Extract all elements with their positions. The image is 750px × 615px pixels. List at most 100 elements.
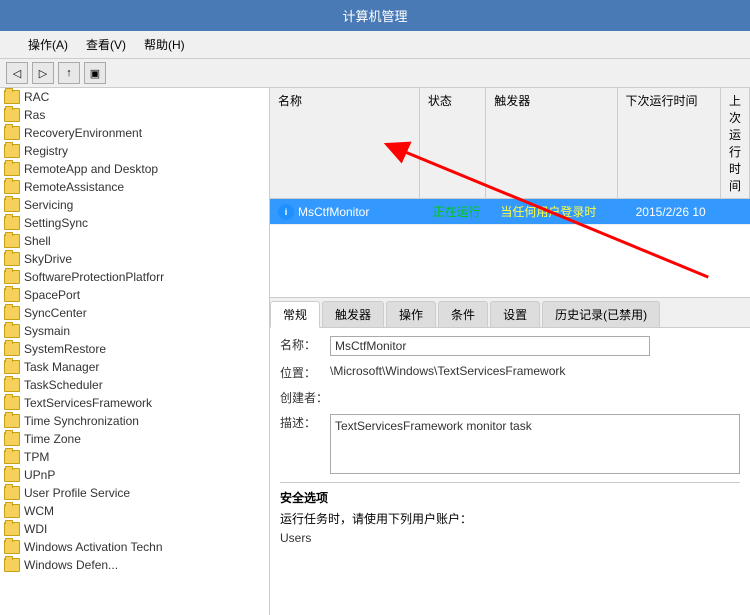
folder-icon-4 bbox=[4, 162, 20, 176]
folder-icon-18 bbox=[4, 414, 20, 428]
left-panel: RAC Ras RecoveryEnvironment Registry RemoteA… bbox=[0, 88, 270, 615]
task-table-header: 名称 状态 触发器 下次运行时间 上次运行时间 bbox=[270, 88, 750, 199]
tree-item-22[interactable]: User Profile Service bbox=[0, 484, 269, 502]
tree-item-10[interactable]: SoftwareProtectionPlatforr bbox=[0, 268, 269, 286]
folder-icon-17 bbox=[4, 396, 20, 410]
details-panel: 常规触发器操作条件设置历史记录(已禁用) 名称： MsCtfMonitor 位置… bbox=[270, 298, 750, 615]
tree-item-label-26: Windows Defen... bbox=[24, 558, 118, 572]
tree-item-25[interactable]: Windows Activation Techn bbox=[0, 538, 269, 556]
tree-item-19[interactable]: Time Zone bbox=[0, 430, 269, 448]
folder-icon-20 bbox=[4, 450, 20, 464]
detail-author-value bbox=[330, 389, 740, 406]
right-panel: 名称 状态 触发器 下次运行时间 上次运行时间 i MsCtfMonitor 正… bbox=[270, 88, 750, 615]
tab-0[interactable]: 常规 bbox=[270, 301, 320, 328]
run-as-label: 运行任务时，请使用下列用户账户： bbox=[280, 510, 740, 527]
menu-bar: 操作(A) 查看(V) 帮助(H) bbox=[0, 31, 750, 59]
tree-item-24[interactable]: WDI bbox=[0, 520, 269, 538]
folder-icon-26 bbox=[4, 558, 20, 572]
tree-item-20[interactable]: TPM bbox=[0, 448, 269, 466]
tree-item-label-13: Sysmain bbox=[24, 324, 70, 338]
folder-icon-16 bbox=[4, 378, 20, 392]
toolbar: ◁ ▷ ↑ ▣ bbox=[0, 59, 750, 88]
folder-icon-25 bbox=[4, 540, 20, 554]
tree-item-label-1: Ras bbox=[24, 108, 45, 122]
details-content: 名称： MsCtfMonitor 位置： \Microsoft\Windows\… bbox=[270, 328, 750, 615]
tree-item-9[interactable]: SkyDrive bbox=[0, 250, 269, 268]
folder-icon-3 bbox=[4, 144, 20, 158]
tree-item-2[interactable]: RecoveryEnvironment bbox=[0, 124, 269, 142]
detail-desc-label: 描述： bbox=[280, 414, 330, 474]
tree-item-label-4: RemoteApp and Desktop bbox=[24, 162, 158, 176]
tabs-bar: 常规触发器操作条件设置历史记录(已禁用) bbox=[270, 298, 750, 328]
tree-item-label-15: Task Manager bbox=[24, 360, 99, 374]
detail-desc-value: TextServicesFramework monitor task bbox=[330, 414, 740, 474]
tree-item-11[interactable]: SpacePort bbox=[0, 286, 269, 304]
detail-name-label: 名称： bbox=[280, 336, 330, 356]
tree-item-label-10: SoftwareProtectionPlatforr bbox=[24, 270, 164, 284]
folder-icon-5 bbox=[4, 180, 20, 194]
tree-item-1[interactable]: Ras bbox=[0, 106, 269, 124]
tree-item-4[interactable]: RemoteApp and Desktop bbox=[0, 160, 269, 178]
toolbar-up[interactable]: ↑ bbox=[58, 62, 80, 84]
task-last-run bbox=[734, 208, 750, 216]
title-bar: 计算机管理 bbox=[0, 0, 750, 31]
detail-location-label: 位置： bbox=[280, 364, 330, 381]
tree-item-label-6: Servicing bbox=[24, 198, 73, 212]
folder-icon-19 bbox=[4, 432, 20, 446]
tree-item-label-2: RecoveryEnvironment bbox=[24, 126, 142, 140]
toolbar-window[interactable]: ▣ bbox=[84, 62, 106, 84]
folder-icon-11 bbox=[4, 288, 20, 302]
security-label: 安全选项 bbox=[280, 489, 740, 506]
folder-icon-7 bbox=[4, 216, 20, 230]
col-header-trigger: 触发器 bbox=[486, 88, 617, 198]
tree-item-5[interactable]: RemoteAssistance bbox=[0, 178, 269, 196]
tab-1[interactable]: 触发器 bbox=[322, 301, 384, 327]
task-trigger: 当任何用户登录时 bbox=[492, 199, 627, 224]
folder-icon-9 bbox=[4, 252, 20, 266]
run-as-value: Users bbox=[280, 531, 740, 545]
tab-2[interactable]: 操作 bbox=[386, 301, 436, 327]
tree-item-13[interactable]: Sysmain bbox=[0, 322, 269, 340]
tree-item-label-23: WCM bbox=[24, 504, 54, 518]
tree-item-14[interactable]: SystemRestore bbox=[0, 340, 269, 358]
tree-item-26[interactable]: Windows Defen... bbox=[0, 556, 269, 574]
tree-item-12[interactable]: SyncCenter bbox=[0, 304, 269, 322]
tree-item-label-8: Shell bbox=[24, 234, 51, 248]
toolbar-back[interactable]: ◁ bbox=[6, 62, 28, 84]
task-next-run: 2015/2/26 10 bbox=[628, 201, 734, 223]
tree-item-label-24: WDI bbox=[24, 522, 47, 536]
detail-location-value: \Microsoft\Windows\TextServicesFramework bbox=[330, 364, 740, 381]
tree-item-3[interactable]: Registry bbox=[0, 142, 269, 160]
tree-item-0[interactable]: RAC bbox=[0, 88, 269, 106]
tab-3[interactable]: 条件 bbox=[438, 301, 488, 327]
task-row[interactable]: i MsCtfMonitor 正在运行 当任何用户登录时 2015/2/26 1… bbox=[270, 199, 750, 225]
tree-item-label-22: User Profile Service bbox=[24, 486, 130, 500]
tab-4[interactable]: 设置 bbox=[490, 301, 540, 327]
tree-item-8[interactable]: Shell bbox=[0, 232, 269, 250]
menu-item-action[interactable]: 操作(A) bbox=[24, 34, 72, 55]
folder-icon-2 bbox=[4, 126, 20, 140]
folder-icon-10 bbox=[4, 270, 20, 284]
tree-item-16[interactable]: TaskScheduler bbox=[0, 376, 269, 394]
folder-icon-1 bbox=[4, 108, 20, 122]
menu-item-help[interactable]: 帮助(H) bbox=[140, 34, 189, 55]
toolbar-forward[interactable]: ▷ bbox=[32, 62, 54, 84]
folder-icon-13 bbox=[4, 324, 20, 338]
tree-item-label-5: RemoteAssistance bbox=[24, 180, 124, 194]
col-header-next: 下次运行时间 bbox=[618, 88, 721, 198]
menu-item-view[interactable]: 查看(V) bbox=[82, 34, 130, 55]
tab-5[interactable]: 历史记录(已禁用) bbox=[542, 301, 660, 327]
tree-item-label-20: TPM bbox=[24, 450, 49, 464]
menu-item-0[interactable] bbox=[6, 43, 14, 47]
tree-item-17[interactable]: TextServicesFramework bbox=[0, 394, 269, 412]
tree-item-23[interactable]: WCM bbox=[0, 502, 269, 520]
tree-item-21[interactable]: UPnP bbox=[0, 466, 269, 484]
tree-item-6[interactable]: Servicing bbox=[0, 196, 269, 214]
tree-item-label-0: RAC bbox=[24, 90, 49, 104]
tree-item-15[interactable]: Task Manager bbox=[0, 358, 269, 376]
tree-item-18[interactable]: Time Synchronization bbox=[0, 412, 269, 430]
tree-item-7[interactable]: SettingSync bbox=[0, 214, 269, 232]
title-text: 计算机管理 bbox=[342, 9, 407, 24]
tree-item-label-21: UPnP bbox=[24, 468, 55, 482]
detail-location-row: 位置： \Microsoft\Windows\TextServicesFrame… bbox=[280, 364, 740, 381]
